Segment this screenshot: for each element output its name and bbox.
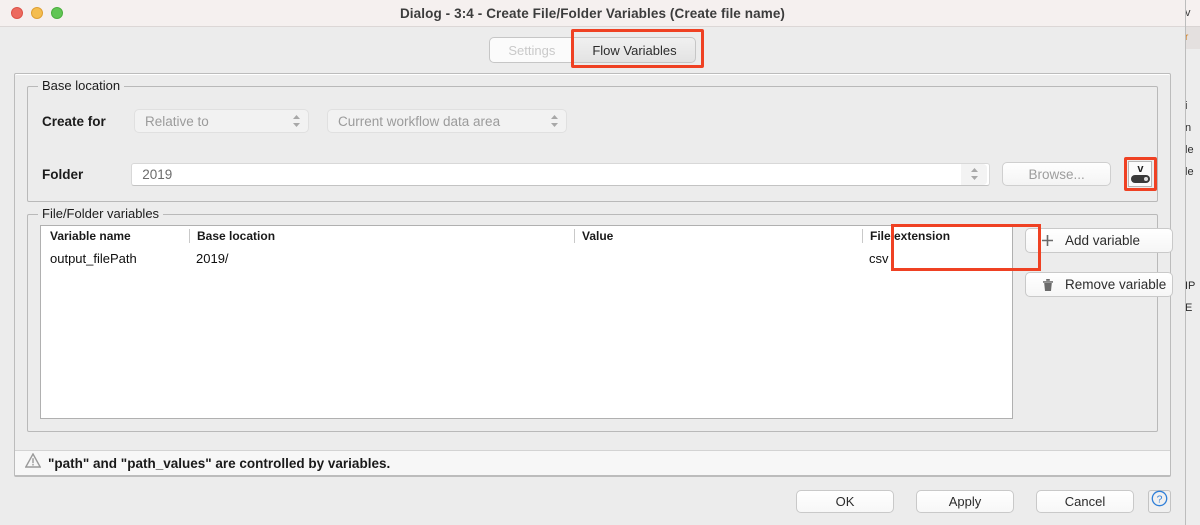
dialog-footer: OK Apply Cancel ? (0, 477, 1185, 525)
cell-base-location[interactable]: 2019/ (189, 251, 574, 266)
tab-group: Settings Flow Variables (489, 37, 696, 63)
flow-variable-button-highlight (1124, 157, 1157, 191)
variables-table-wrapper: Variable name Base location Value File e… (28, 215, 1173, 431)
folder-input-value: 2019 (142, 166, 173, 182)
add-variable-label: Add variable (1065, 233, 1141, 248)
question-mark-icon: ? (1151, 490, 1168, 512)
base-location-group-title: Base location (38, 78, 125, 93)
close-button[interactable] (11, 7, 23, 19)
browse-button[interactable]: Browse... (1002, 162, 1111, 186)
tab-strip: Settings Flow Variables (0, 27, 1185, 73)
minimize-button[interactable] (31, 7, 43, 19)
tab-settings-label: Settings (508, 42, 556, 58)
plus-icon (1040, 234, 1055, 247)
folder-input[interactable]: 2019 (131, 162, 991, 186)
cancel-button-label: Cancel (1064, 493, 1106, 509)
tab-flow-variables[interactable]: Flow Variables (574, 37, 696, 63)
ok-button-label: OK (835, 493, 855, 509)
cell-file-extension[interactable]: csv (862, 251, 1012, 266)
dialog-content-panel: Base location Create for Relative to Cur… (14, 73, 1173, 477)
variables-table-buttons: Add variable Remove variable (1013, 225, 1173, 419)
column-header-base-location[interactable]: Base location (189, 229, 574, 243)
window-title: Dialog - 3:4 - Create File/Folder Variab… (399, 5, 786, 21)
table-row[interactable]: output_filePath 2019/ csv (41, 247, 1012, 269)
add-variable-button[interactable]: Add variable (1025, 228, 1173, 253)
dialog-window: Dialog - 3:4 - Create File/Folder Variab… (0, 0, 1186, 525)
file-folder-variables-group: File/Folder variables Variable name Base… (27, 206, 1173, 432)
remove-variable-button[interactable]: Remove variable (1025, 272, 1173, 297)
cell-variable-name[interactable]: output_filePath (41, 251, 189, 266)
warning-message: "path" and "path_values" are controlled … (48, 455, 391, 471)
column-header-variable-name[interactable]: Variable name (41, 229, 189, 243)
folder-label: Folder (42, 166, 84, 182)
column-header-file-extension[interactable]: File extension (862, 229, 1012, 243)
remove-variable-label: Remove variable (1065, 277, 1167, 292)
relative-to-value: Relative to (145, 113, 209, 129)
warning-triangle-icon (24, 452, 42, 473)
cancel-button[interactable]: Cancel (1036, 489, 1134, 513)
tab-flow-variables-label: Flow Variables (592, 42, 677, 58)
window-controls (0, 7, 63, 19)
warning-bar: "path" and "path_values" are controlled … (15, 450, 1170, 476)
apply-button[interactable]: Apply (916, 489, 1014, 513)
column-header-value[interactable]: Value (574, 229, 862, 243)
base-location-group: Base location Create for Relative to Cur… (27, 78, 1158, 202)
table-header-row: Variable name Base location Value File e… (41, 226, 1012, 247)
help-button[interactable]: ? (1148, 489, 1171, 513)
chevron-updown-icon-3[interactable] (961, 163, 988, 185)
svg-text:?: ? (1157, 493, 1163, 505)
browse-button-label: Browse... (1028, 166, 1085, 182)
flow-variable-button-wrapper: v (1124, 157, 1157, 191)
create-for-row: Create for Relative to Current workflow … (42, 109, 1157, 133)
relative-to-select[interactable]: Relative to (134, 109, 309, 133)
zoom-button[interactable] (51, 7, 63, 19)
variables-table[interactable]: Variable name Base location Value File e… (40, 224, 1041, 419)
chevron-updown-icon (290, 114, 302, 128)
workflow-data-area-select[interactable]: Current workflow data area (327, 109, 567, 133)
ok-button[interactable]: OK (796, 489, 894, 513)
dialog-titlebar: Dialog - 3:4 - Create File/Folder Variab… (0, 0, 1185, 27)
file-folder-variables-group-title: File/Folder variables (38, 206, 164, 221)
workflow-data-area-value: Current workflow data area (338, 113, 501, 129)
tab-settings[interactable]: Settings (489, 37, 575, 63)
apply-button-label: Apply (948, 493, 982, 509)
create-for-label: Create for (42, 113, 106, 129)
folder-row: Folder 2019 Browse... v (42, 157, 1157, 191)
chevron-updown-icon-2 (548, 114, 560, 128)
trash-icon (1040, 278, 1055, 292)
